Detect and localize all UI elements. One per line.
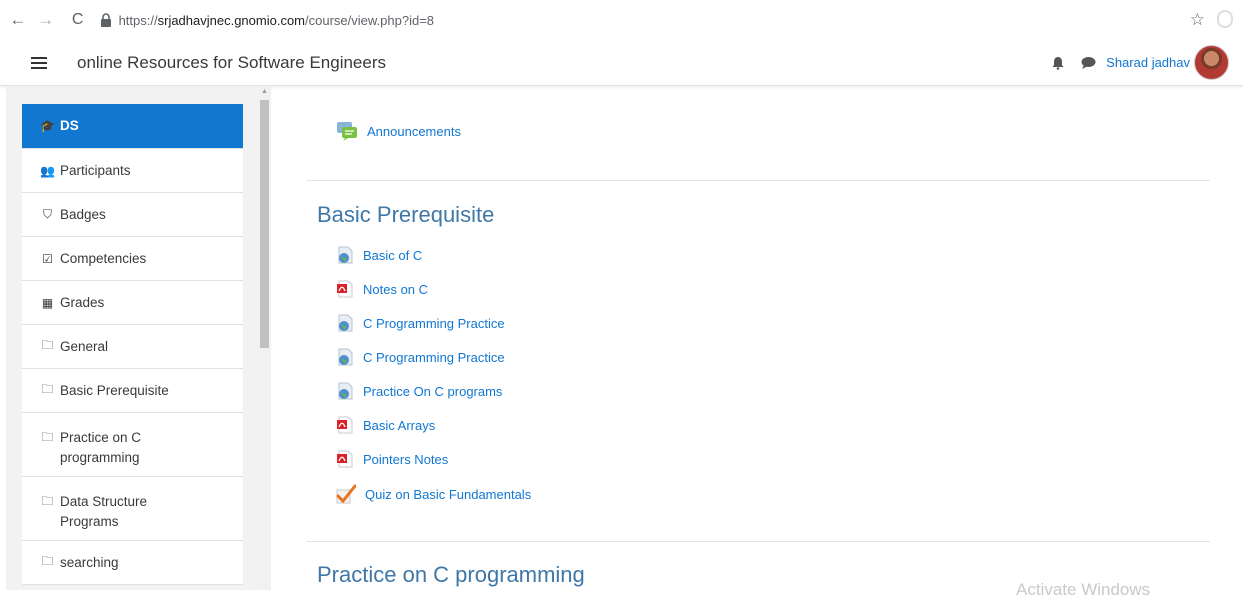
forward-icon[interactable]: → xyxy=(34,8,58,32)
sidebar-item-label: General xyxy=(60,338,109,354)
address-bar[interactable]: https://srjadhavjnec.gnomio.com/course/v… xyxy=(100,5,1243,35)
folder-icon: 🗀 xyxy=(41,554,54,568)
sidebar-item-general[interactable]: 🗀 General xyxy=(22,325,243,369)
pdf-icon xyxy=(337,280,353,298)
folder-icon: 🗀 xyxy=(41,430,54,444)
site-title[interactable]: online Resources for Software Engineers xyxy=(77,53,386,73)
sidebar-item-label: searching xyxy=(60,554,119,570)
scroll-up-arrow-icon[interactable]: ▲ xyxy=(261,88,268,95)
activity-label: C Programming Practice xyxy=(363,315,505,331)
url-prefix: https:// xyxy=(118,12,158,28)
url-path: /course/view.php?id=8 xyxy=(305,12,435,28)
pdf-icon xyxy=(337,450,353,468)
sidebar-item-label: Grades xyxy=(60,294,105,310)
activity-item[interactable]: Basic Arrays xyxy=(336,416,435,434)
back-icon[interactable]: ← xyxy=(6,8,30,32)
quiz-checkmark-icon xyxy=(336,484,356,504)
hamburger-menu-icon[interactable] xyxy=(31,56,47,69)
windows-activation-watermark: Activate Windows xyxy=(1016,580,1151,599)
activity-label: Notes on C xyxy=(363,281,429,297)
activity-announcements[interactable]: Announcements xyxy=(336,121,461,141)
section-title[interactable]: Basic Prerequisite xyxy=(317,202,494,228)
sidebar-item-basic-prerequisite[interactable]: 🗀 Basic Prerequisite xyxy=(22,369,243,413)
sidebar-item-ds[interactable]: 🎓 DS xyxy=(22,104,243,149)
table-icon: ▦ xyxy=(41,295,54,310)
sidebar-item-label: Practice on C programming xyxy=(60,430,142,465)
activity-label: Quiz on Basic Fundamentals xyxy=(365,486,532,502)
checkbox-icon: ☑ xyxy=(42,251,53,266)
section-divider xyxy=(306,180,1210,181)
graduation-cap-icon: 🎓 xyxy=(40,119,55,133)
sidebar-scrollbar[interactable]: ▲ xyxy=(258,86,271,590)
section-title[interactable]: Practice on C programming xyxy=(317,562,585,588)
sidebar-item-label: Basic Prerequisite xyxy=(60,382,169,398)
sidebar-item-practice-on-c[interactable]: 🗀 Practice on C programming xyxy=(22,413,243,477)
bell-icon[interactable] xyxy=(1051,56,1065,70)
section-divider xyxy=(306,541,1210,542)
extension-icon[interactable] xyxy=(1217,10,1233,28)
scrollbar-thumb[interactable] xyxy=(260,100,269,348)
folder-icon: 🗀 xyxy=(41,494,54,508)
sidebar-item-label: DS xyxy=(60,118,79,133)
site-navbar: online Resources for Software Engineers … xyxy=(0,40,1243,86)
activity-label: Announcements xyxy=(367,123,461,139)
pdf-icon xyxy=(337,416,353,434)
sidebar-item-label: Participants xyxy=(60,162,131,178)
activity-label: Basic of C xyxy=(363,247,423,263)
activity-item[interactable]: Practice On C programs xyxy=(336,382,502,400)
activity-item[interactable]: Pointers Notes xyxy=(336,450,448,468)
folder-icon: 🗀 xyxy=(41,338,54,352)
url-globe-icon xyxy=(338,382,353,400)
user-menu-area: Sharad jadhav xyxy=(1051,45,1229,80)
users-icon: 👥 xyxy=(40,163,55,178)
activity-item[interactable]: Basic of C xyxy=(336,246,422,264)
sidebar-item-searching[interactable]: 🗀 searching xyxy=(22,541,243,585)
sidebar-item-label: Badges xyxy=(60,206,106,222)
activity-label: Pointers Notes xyxy=(363,451,449,467)
browser-toolbar: ← → C https://srjadhavjnec.gnomio.com/co… xyxy=(0,0,1243,40)
activity-item[interactable]: Quiz on Basic Fundamentals xyxy=(336,484,531,504)
user-name[interactable]: Sharad jadhav xyxy=(1106,55,1190,70)
bookmark-star-icon[interactable]: ☆ xyxy=(1190,10,1205,30)
chat-bubble-icon[interactable] xyxy=(1081,56,1096,69)
course-content: Announcements Basic Prerequisite Basic o… xyxy=(286,86,1243,599)
nav-drawer-list: 🎓 DS 👥 Participants ⛉ Badges ☑ Competenc… xyxy=(22,104,243,585)
activity-label: Practice On C programs xyxy=(363,383,503,399)
sidebar-item-badges[interactable]: ⛉ Badges xyxy=(22,193,243,237)
sidebar-item-competencies[interactable]: ☑ Competencies xyxy=(22,237,243,281)
folder-icon: 🗀 xyxy=(41,382,54,396)
sidebar-item-label: Data Structure Programs xyxy=(60,494,148,529)
sidebar-item-data-structure-programs[interactable]: 🗀 Data Structure Programs xyxy=(22,477,243,541)
activity-label: Basic Arrays xyxy=(363,417,436,433)
activity-label: C Programming Practice xyxy=(363,349,505,365)
sidebar-item-label: Competencies xyxy=(60,250,147,266)
url-globe-icon xyxy=(338,314,353,332)
url-host: srjadhavjnec.gnomio.com xyxy=(157,12,306,28)
sidebar-drawer: 🎓 DS 👥 Participants ⛉ Badges ☑ Competenc… xyxy=(6,86,271,590)
forum-icon xyxy=(337,122,357,141)
url-globe-icon xyxy=(338,246,353,264)
shield-icon: ⛉ xyxy=(42,207,52,221)
activity-item[interactable]: C Programming Practice xyxy=(336,348,505,366)
reload-icon[interactable]: C xyxy=(66,8,90,32)
activity-item[interactable]: Notes on C xyxy=(336,280,428,298)
sidebar-item-grades[interactable]: ▦ Grades xyxy=(22,281,243,325)
sidebar-item-participants[interactable]: 👥 Participants xyxy=(22,149,243,193)
url-globe-icon xyxy=(338,348,353,366)
lock-icon xyxy=(100,13,111,27)
avatar[interactable] xyxy=(1194,45,1229,80)
activity-item[interactable]: C Programming Practice xyxy=(336,314,505,332)
